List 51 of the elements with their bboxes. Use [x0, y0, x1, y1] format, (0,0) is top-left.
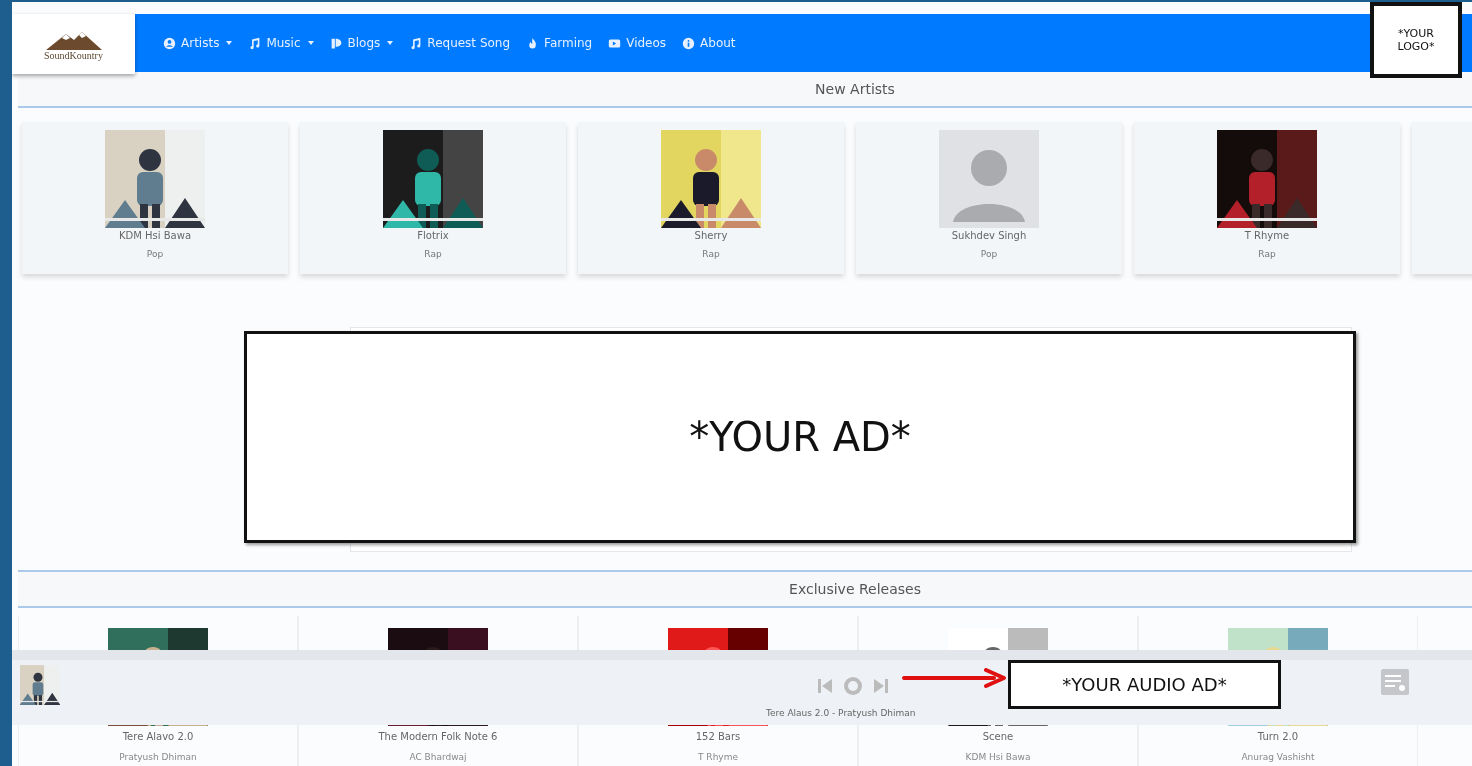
avatar-icon: [939, 130, 1039, 228]
play-button[interactable]: [842, 675, 864, 697]
music-note-icon: [409, 36, 423, 50]
release-artist: T Rhyme: [698, 752, 738, 762]
blog-icon: [329, 36, 343, 50]
logo[interactable]: SoundKountry: [12, 14, 135, 74]
artist-genre: Pop: [980, 249, 998, 259]
ad-placeholder-text: *YOUR AD*: [689, 414, 911, 460]
video-icon: [608, 36, 622, 50]
audio-ad-placeholder-text: *YOUR AUDIO AD*: [1062, 674, 1227, 695]
artist-card[interactable]: Sherry Rap: [578, 122, 844, 274]
artist-card[interactable]: T Rhyme Rap: [1134, 122, 1400, 274]
artist-genre: Rap: [424, 249, 442, 259]
nav-link[interactable]: Blogs: [329, 36, 394, 50]
section-heading: Exclusive Releases: [789, 581, 921, 597]
logo-text: SoundKountry: [44, 49, 103, 61]
nav-link[interactable]: Videos: [608, 36, 667, 50]
artist-name: KDM Hsi Bawa: [118, 230, 191, 241]
artist-card[interactable]: KDM Hsi Bawa Pop: [22, 122, 288, 274]
artist-card[interactable]: Sukhdev Singh Pop: [856, 122, 1122, 274]
artist-name: Sherry: [694, 230, 728, 241]
release-title[interactable]: 152 Bars: [695, 731, 741, 742]
playlist-icon: [1380, 668, 1410, 696]
release-artist: Pratyush Dhiman: [119, 752, 197, 762]
play-icon: [842, 675, 864, 697]
music-note-icon: [248, 36, 262, 50]
nav-link[interactable]: Artists: [163, 36, 233, 50]
section-heading: New Artists: [815, 81, 895, 97]
artist-name: Flotrix: [417, 230, 449, 241]
artist-card[interactable]: Flotrix Rap: [300, 122, 566, 274]
nav-link[interactable]: About: [682, 36, 736, 50]
release-title[interactable]: Turn 2.0: [1257, 731, 1299, 742]
nav-link[interactable]: Farming: [526, 36, 593, 50]
artist-name: Sukhdev Singh: [951, 230, 1027, 241]
logo-placeholder-text: *YOUR LOGO*: [1396, 27, 1436, 53]
user-icon: [163, 36, 176, 50]
nav-link[interactable]: Music: [248, 36, 314, 50]
release-title[interactable]: Scene: [982, 731, 1014, 742]
artist-name: T Rhyme: [1244, 230, 1290, 241]
nav-link[interactable]: Request Song: [409, 36, 511, 50]
release-title[interactable]: The Modern Folk Note 6: [378, 731, 498, 742]
release-title[interactable]: Tere Alavo 2.0: [122, 731, 194, 742]
artist-genre: Rap: [1258, 249, 1276, 259]
info-icon: [682, 36, 696, 50]
release-artist: AC Bhardwaj: [409, 752, 467, 762]
artist-genre: Rap: [702, 249, 720, 259]
release-artist: KDM Hsi Bawa: [965, 752, 1031, 762]
playlist-button[interactable]: [1380, 668, 1410, 696]
artist-genre: Pop: [146, 249, 164, 259]
now-playing-text: Tere Alaus 2.0 - Pratyush Dhiman: [766, 708, 916, 718]
release-artist: Anurag Vashisht: [1241, 752, 1315, 762]
